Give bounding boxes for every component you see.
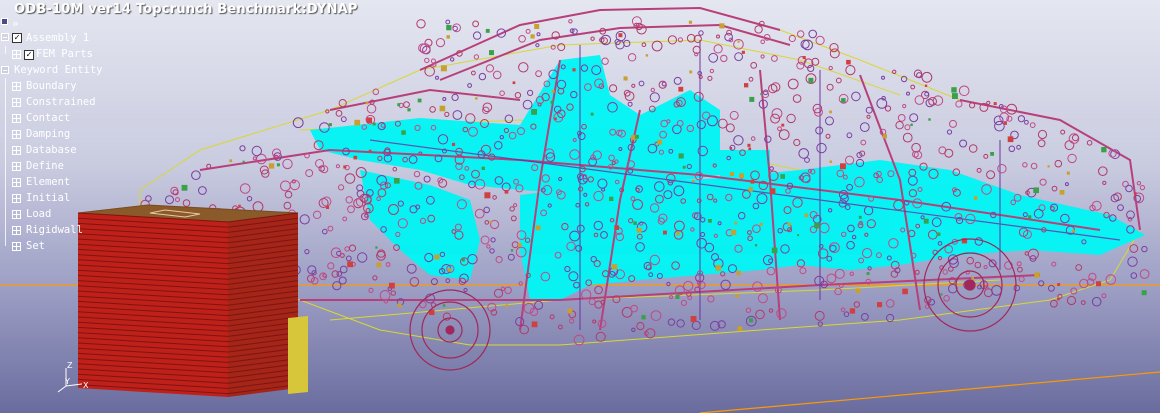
window-title: ODB-10M ver14 Topcrunch Benchmark:DYNAP bbox=[14, 2, 358, 17]
axis-x-label: X bbox=[83, 381, 89, 390]
tree-item-label: Constrained bbox=[26, 96, 96, 108]
axis-z-label: Z bbox=[67, 361, 73, 370]
tree-item-label: Boundary bbox=[26, 80, 77, 92]
tree-item-label: FEM Parts bbox=[36, 48, 93, 60]
fem-parts-checkbox[interactable]: ✓ bbox=[24, 50, 34, 60]
tree-item-label: Database bbox=[26, 144, 77, 156]
tree-item-label: Rigidwall bbox=[26, 224, 83, 236]
collapse-icon[interactable] bbox=[1, 66, 9, 74]
tree-item-label: Load bbox=[26, 208, 52, 220]
expand-icon[interactable] bbox=[12, 50, 21, 59]
keyword-folder-icon[interactable] bbox=[12, 178, 21, 187]
tree-item-label: Set bbox=[26, 240, 45, 252]
axis-y-label: Y bbox=[64, 377, 70, 386]
keyword-folder-icon[interactable] bbox=[12, 114, 21, 123]
keyword-folder-icon[interactable] bbox=[12, 210, 21, 219]
axis-triad: Z X Y bbox=[57, 361, 89, 393]
tree-item-label: Damping bbox=[26, 128, 71, 140]
keyword-folder-icon[interactable] bbox=[12, 146, 21, 155]
model-viewport[interactable]: ODB-10M ver14 Topcrunch Benchmark:DYNAP … bbox=[0, 0, 1160, 413]
floor-line bbox=[699, 371, 1160, 413]
assembly-checkbox[interactable]: ✓ bbox=[12, 33, 22, 43]
keyword-folder-icon[interactable] bbox=[12, 98, 21, 107]
wheel-rear bbox=[923, 238, 1017, 332]
tree-item-label: Contact bbox=[26, 112, 71, 124]
keyword-folder-icon[interactable] bbox=[12, 194, 21, 203]
keyword-folder-icon[interactable] bbox=[12, 242, 21, 251]
double-chevron-right-icon[interactable]: » bbox=[12, 17, 19, 30]
collapse-icon[interactable] bbox=[1, 33, 9, 41]
tree-item-label: Keyword Entity bbox=[14, 64, 103, 76]
keyword-folder-icon[interactable] bbox=[12, 82, 21, 91]
tree-item-label: Define bbox=[26, 160, 64, 172]
keyword-folder-icon[interactable] bbox=[12, 130, 21, 139]
panel-toggle-icon[interactable] bbox=[1, 18, 8, 25]
keyword-folder-icon[interactable] bbox=[12, 162, 21, 171]
crash-barrier bbox=[77, 204, 308, 397]
tree-item-label: Element bbox=[26, 176, 71, 188]
keyword-folder-icon[interactable] bbox=[12, 226, 21, 235]
car-crash-model[interactable] bbox=[0, 0, 1160, 413]
barrier-face bbox=[288, 316, 308, 394]
tree-item-label: Assembly 1 bbox=[26, 32, 90, 44]
wheel-front bbox=[409, 289, 491, 371]
tree-item-label: Initial bbox=[26, 192, 71, 204]
